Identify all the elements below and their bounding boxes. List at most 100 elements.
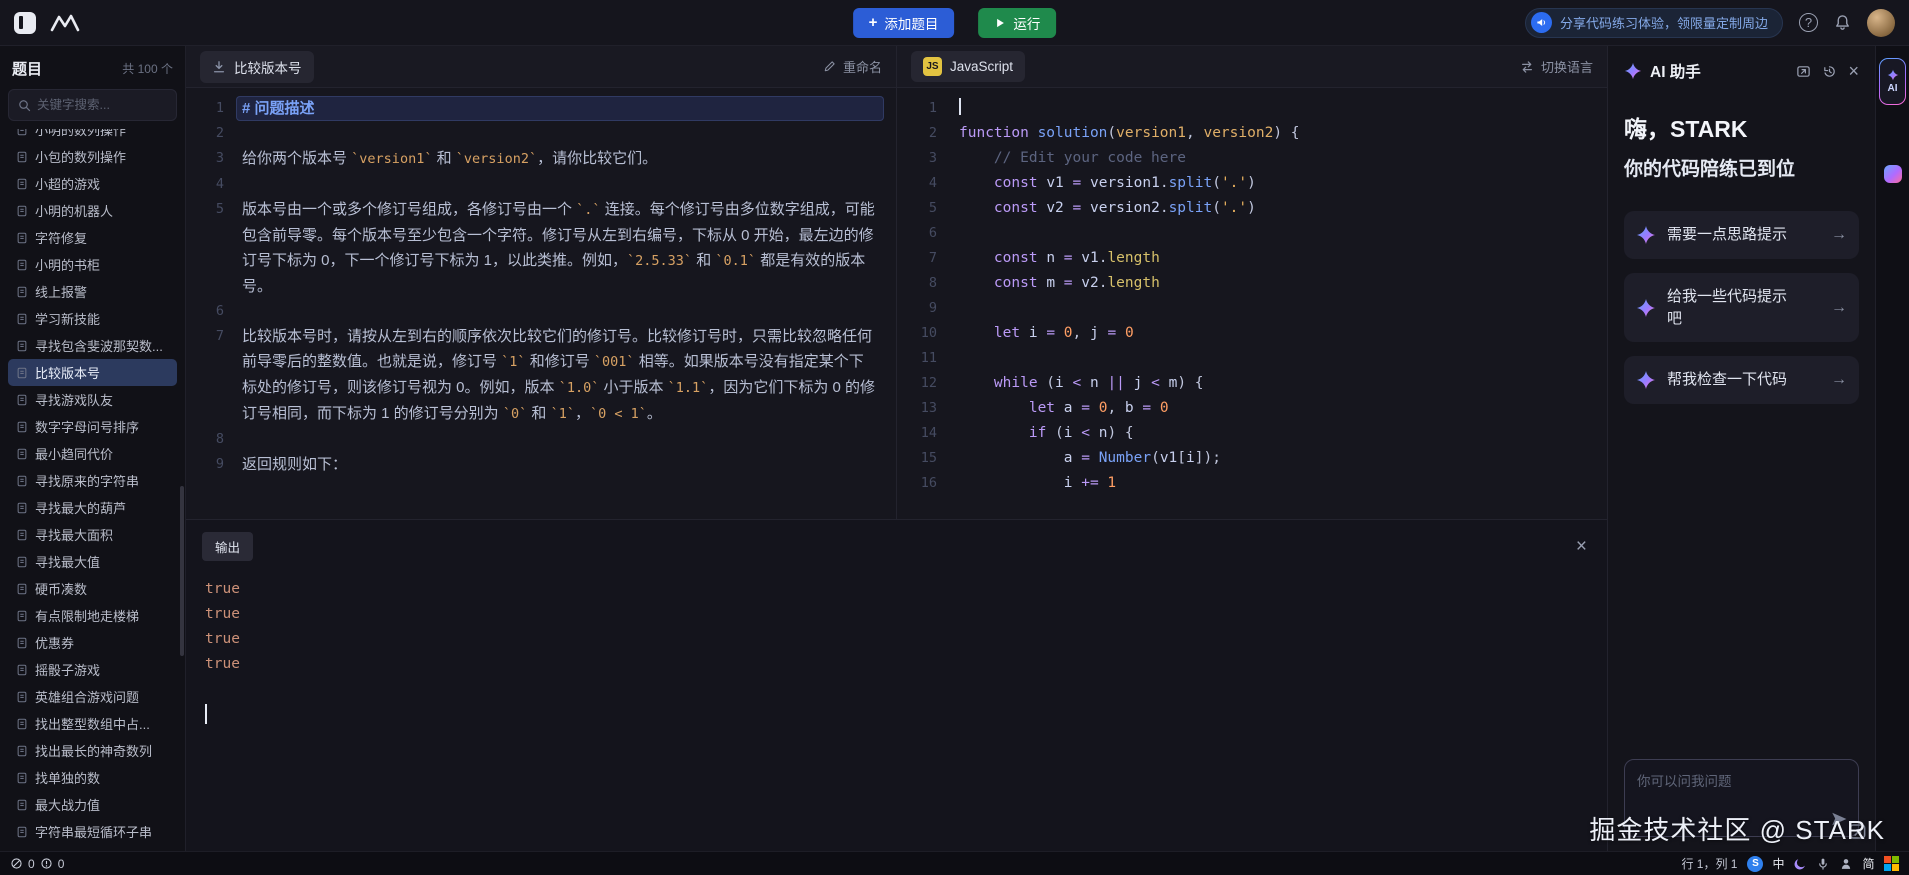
- code-text: const n = v1.length: [993, 250, 1160, 266]
- ai-input-box[interactable]: [1624, 759, 1859, 837]
- sidebar-item[interactable]: 寻找最大面积: [8, 521, 177, 548]
- sidebar-scrollbar[interactable]: [180, 486, 184, 656]
- sidebar-item[interactable]: 字符修复: [8, 224, 177, 251]
- promo-banner[interactable]: 分享代码练习体验，领限量定制周边: [1524, 7, 1783, 38]
- problems-indicator[interactable]: 0 0: [10, 857, 64, 871]
- sidebar-item[interactable]: 小超的游戏: [8, 170, 177, 197]
- app-grid-icon[interactable]: [1883, 855, 1899, 872]
- close-ai-button[interactable]: ×: [1848, 62, 1859, 80]
- add-question-button[interactable]: + 添加题目: [852, 7, 955, 38]
- document-icon: [17, 772, 27, 783]
- right-toolbar: AI: [1875, 46, 1909, 851]
- ai-assistant-button[interactable]: AI: [1879, 58, 1906, 105]
- arrow-right-icon: →: [1831, 225, 1847, 243]
- sidebar-item[interactable]: 找出最长的神奇数列: [8, 737, 177, 764]
- ai-suggestion-card[interactable]: 需要一点思路提示 →: [1624, 211, 1859, 259]
- code-line: 6: [897, 221, 1607, 246]
- sidebar-item[interactable]: 找出整型数组中占...: [8, 710, 177, 737]
- sidebar-item[interactable]: 小明的机器人: [8, 197, 177, 224]
- code-line: 12 while (i < n || j < m) {: [897, 371, 1607, 396]
- line-number: 14: [920, 425, 937, 441]
- sidebar-item[interactable]: 比较版本号: [8, 359, 177, 386]
- sidebar-item[interactable]: 寻找包含斐波那契数...: [8, 332, 177, 359]
- ai-suggestion-card[interactable]: 帮我检查一下代码 →: [1624, 356, 1859, 404]
- markdown-text: 给你两个版本号 `version1` 和 `version2`，请你比较它们。: [242, 150, 658, 167]
- language-tab[interactable]: JS JavaScript: [911, 51, 1026, 82]
- help-button[interactable]: ?: [1799, 13, 1818, 32]
- problem-tab[interactable]: 比较版本号: [200, 50, 314, 83]
- sidebar-item[interactable]: 寻找最大的葫芦: [8, 494, 177, 521]
- sidebar-item-label: 数字字母问号排序: [35, 420, 140, 435]
- line-number: 13: [920, 400, 937, 416]
- code-line: 2 function solution(version1, version2) {: [897, 121, 1607, 146]
- line-number: 8: [215, 431, 224, 447]
- sidebar-item[interactable]: 寻找原来的字符串: [8, 467, 177, 494]
- search-box[interactable]: [8, 89, 177, 121]
- sidebar-item-label: 有点限制地走楼梯: [35, 609, 140, 624]
- code-content[interactable]: 1 2 function solution(version1, version2) …: [897, 88, 1607, 519]
- sidebar-item[interactable]: 线上报警: [8, 278, 177, 305]
- document-icon: [17, 151, 27, 162]
- sidebar-item[interactable]: 寻找游戏队友: [8, 386, 177, 413]
- ai-suggestion-card[interactable]: 给我一些代码提示吧 →: [1624, 272, 1859, 343]
- sidebar-item[interactable]: 最小趋同代价: [8, 440, 177, 467]
- ime-logo-icon[interactable]: S: [1747, 855, 1764, 872]
- sidebar-item[interactable]: 寻找最大值: [8, 548, 177, 575]
- sidebar-item[interactable]: 小明的数列操作: [8, 129, 177, 143]
- arrow-right-icon: →: [1831, 298, 1847, 316]
- terminal-cursor: [202, 701, 1591, 726]
- sidebar-item[interactable]: 摇骰子游戏: [8, 656, 177, 683]
- sidebar-item[interactable]: 有点限制地走楼梯: [8, 602, 177, 629]
- sidebar-item[interactable]: 优惠券: [8, 629, 177, 656]
- mountain-logo-icon[interactable]: [50, 13, 80, 33]
- sidebar-item[interactable]: 找单独的数: [8, 764, 177, 791]
- problem-panel-header: 比较版本号 重命名: [186, 46, 896, 88]
- sidebar-toggle-button[interactable]: [14, 11, 36, 34]
- sidebar-item-label: 线上报警: [35, 285, 88, 300]
- markdown-line: 9 返回规则如下：: [186, 452, 896, 477]
- sidebar-item-label: 寻找最大的葫芦: [35, 501, 127, 516]
- run-button[interactable]: 运行: [978, 7, 1057, 38]
- ai-suggestion-label: 给我一些代码提示吧: [1667, 287, 1788, 327]
- open-window-icon[interactable]: [1796, 64, 1811, 79]
- output-tab[interactable]: 输出: [202, 532, 254, 561]
- code-line: 8 const m = v2.length: [897, 271, 1607, 296]
- search-input[interactable]: [37, 98, 167, 112]
- sidebar-item-label: 寻找最大面积: [35, 528, 114, 543]
- problem-content[interactable]: 1 # 问题描述 2 3 给你两个版本号 `version1` 和 `version2`…: [186, 88, 896, 519]
- ime-simplified-label[interactable]: 简: [1862, 855, 1874, 872]
- sidebar-item[interactable]: 小明的书柜: [8, 251, 177, 278]
- history-icon[interactable]: [1822, 64, 1837, 79]
- sidebar-item[interactable]: 最大战力值: [8, 791, 177, 818]
- moon-icon[interactable]: [1793, 857, 1807, 871]
- sidebar-item[interactable]: 数字字母问号排序: [8, 413, 177, 440]
- sidebar-item[interactable]: 英雄组合游戏问题: [8, 683, 177, 710]
- code-text: if (i < n) {: [1028, 425, 1134, 441]
- sidebar-item[interactable]: 学习新技能: [8, 305, 177, 332]
- markdown-line: 2: [186, 121, 896, 146]
- feedback-icon[interactable]: [1883, 165, 1902, 183]
- problem-panel: 比较版本号 重命名 1 # 问题描述 2 3 给你两个版本号 `version1` 和 …: [186, 46, 897, 519]
- rename-button[interactable]: 重命名: [823, 57, 882, 76]
- bell-icon[interactable]: [1834, 14, 1851, 31]
- warning-icon: [41, 858, 52, 869]
- close-output-button[interactable]: ×: [1572, 537, 1591, 556]
- switch-language-button[interactable]: 切换语言: [1520, 57, 1593, 76]
- send-icon[interactable]: [1830, 810, 1848, 828]
- sidebar-item[interactable]: 小包的数列操作: [8, 143, 177, 170]
- sidebar-item[interactable]: 硬币凑数: [8, 575, 177, 602]
- microphone-icon[interactable]: [1816, 857, 1830, 871]
- ai-input[interactable]: [1625, 760, 1858, 836]
- float-window-button[interactable]: [1848, 822, 1867, 841]
- ime-mode-label[interactable]: 中: [1772, 855, 1784, 872]
- avatar[interactable]: [1867, 8, 1895, 37]
- cursor-position[interactable]: 行 1，列 1: [1681, 855, 1737, 872]
- user-icon[interactable]: [1839, 857, 1853, 871]
- markdown-text: [242, 427, 896, 452]
- document-icon: [17, 556, 27, 567]
- sidebar-item[interactable]: 字符串最短循环子串: [8, 818, 177, 845]
- line-number: 2: [215, 125, 224, 141]
- document-icon: [17, 529, 27, 540]
- markdown-text: [242, 121, 896, 146]
